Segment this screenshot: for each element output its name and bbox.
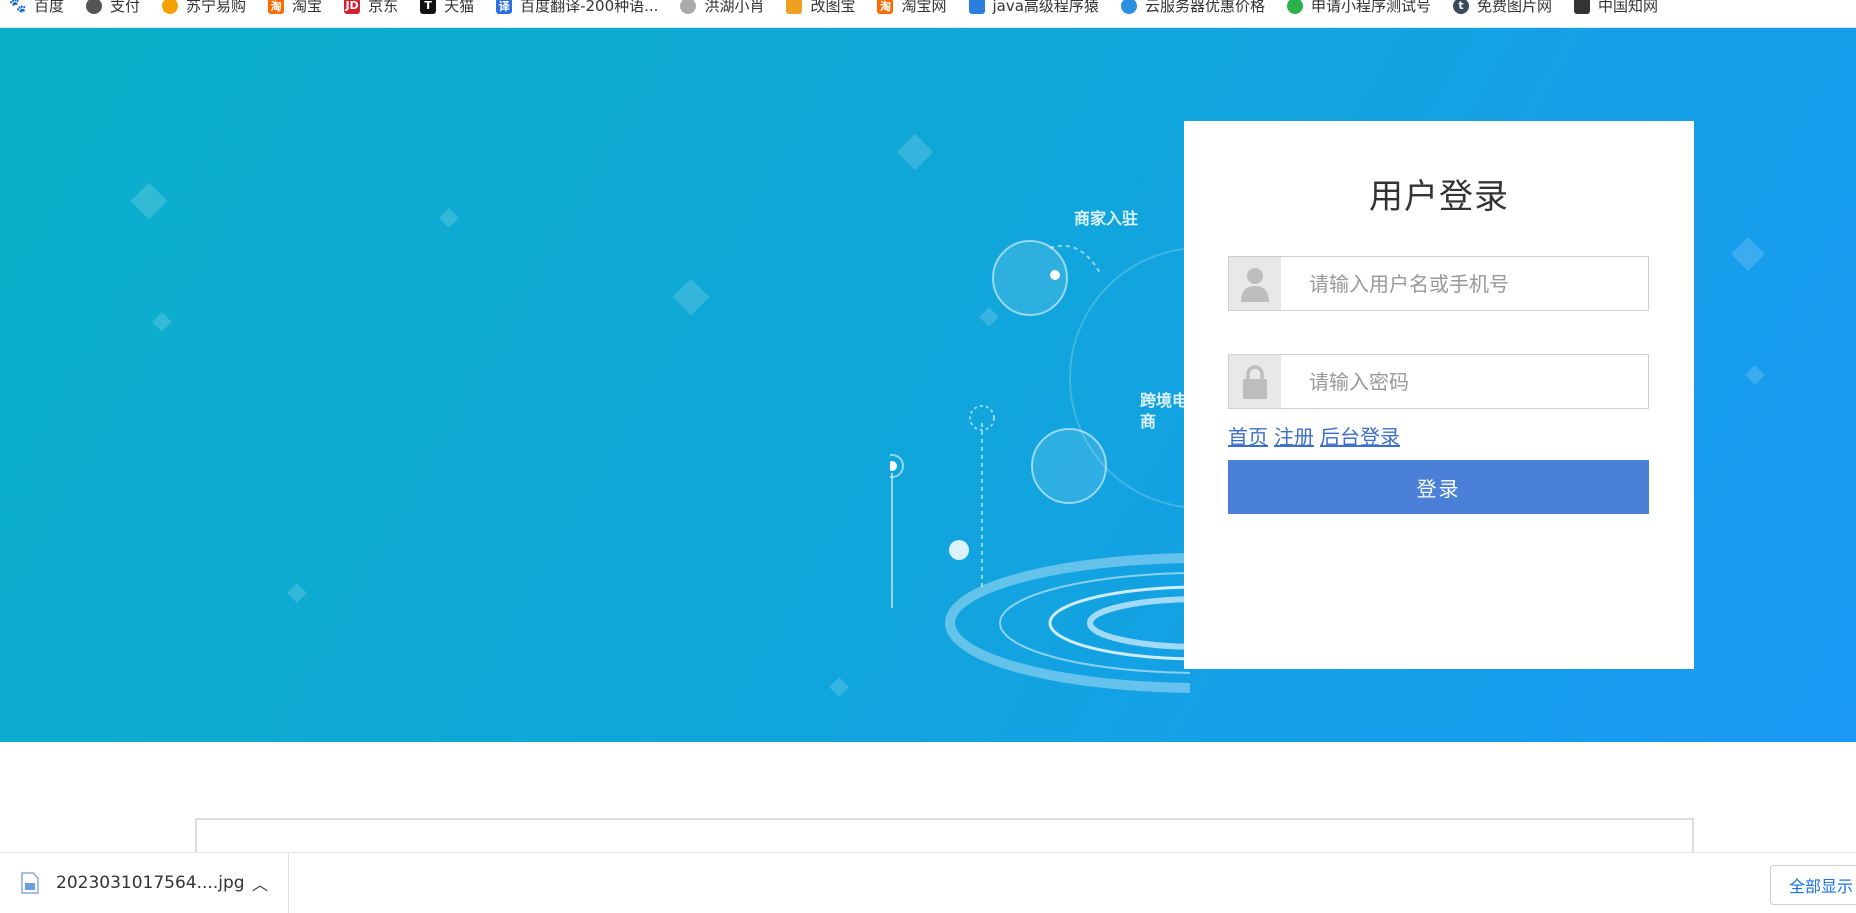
password-field [1228, 354, 1649, 409]
bookmark-pay[interactable]: 支付 [76, 0, 152, 19]
show-all-button[interactable]: 全部显示 [1770, 865, 1856, 905]
taobao-icon: 淘 [877, 0, 894, 14]
decor-diamond [672, 278, 710, 316]
login-title: 用户登录 [1369, 177, 1509, 217]
ecommerce-illustration [890, 240, 1190, 693]
translate-icon: 译 [496, 0, 513, 14]
decor-diamond [439, 208, 459, 228]
decor-diamond [829, 677, 849, 697]
download-item[interactable]: 2023031017564....jpg ︿ [0, 853, 289, 913]
jd-icon: JD [344, 0, 361, 14]
bookmark-cloud-server[interactable]: 云服务器优惠价格 [1111, 0, 1277, 19]
bookmark-taobaowang[interactable]: 淘淘宝网 [867, 0, 958, 19]
lock-icon [1229, 355, 1281, 408]
image-tool-icon [786, 0, 803, 14]
login-card: 用户登录 首页 注册 后台登录 登录 [1184, 121, 1694, 669]
chevron-up-icon[interactable]: ︿ [252, 871, 268, 895]
globe-icon [86, 0, 103, 14]
download-bar: 2023031017564....jpg ︿ 全部显示 [0, 852, 1856, 913]
register-link[interactable]: 注册 [1274, 421, 1314, 450]
bookmark-free-images[interactable]: t 免费图片网 [1443, 0, 1564, 19]
bookmark-baidu[interactable]: 🐾 百度 [0, 0, 76, 19]
home-link[interactable]: 首页 [1228, 421, 1268, 450]
username-field [1228, 256, 1649, 311]
admin-login-link[interactable]: 后台登录 [1320, 421, 1400, 450]
bookmark-miniprogram[interactable]: 申请小程序测试号 [1277, 0, 1443, 19]
bookmark-honghu[interactable]: 洪湖小肖 [670, 0, 776, 19]
decor-diamond [130, 182, 168, 220]
suning-lion-icon [162, 0, 179, 14]
cnki-icon [1573, 0, 1590, 14]
user-icon [1229, 257, 1281, 310]
taobao-icon: 淘 [268, 0, 285, 14]
username-input[interactable] [1281, 257, 1648, 310]
t-logo-icon: t [1452, 0, 1469, 14]
decor-diamond [896, 133, 934, 171]
password-input[interactable] [1281, 355, 1648, 408]
login-links: 首页 注册 后台登录 [1228, 421, 1400, 450]
bubble-merchant: 商家入驻 [1073, 209, 1138, 228]
bookmark-jd[interactable]: JD 京东 [334, 0, 410, 19]
bookmark-cnki[interactable]: 中国知网 [1564, 0, 1670, 19]
bookmark-baidu-translate[interactable]: 译百度翻译-200种语... [486, 0, 670, 19]
bookmark-java[interactable]: java高级程序猿 [959, 0, 1111, 19]
robot-icon [968, 0, 985, 14]
login-button[interactable]: 登录 [1228, 460, 1649, 514]
wechat-icon [1286, 0, 1303, 14]
bookmark-suning[interactable]: 苏宁易购 [152, 0, 258, 19]
bookmarks-bar: 🐾 百度 支付 苏宁易购 淘淘宝 JD 京东 T 天猫 译百度翻译-200种语... … [0, 0, 1856, 28]
bird-icon [680, 0, 697, 14]
image-file-icon [20, 872, 40, 894]
decor-diamond [1731, 237, 1765, 271]
tmall-icon: T [420, 0, 437, 14]
decor-diamond [287, 583, 307, 603]
cloud-icon [1120, 0, 1137, 14]
download-file-name: 2023031017564....jpg [56, 873, 245, 893]
bookmark-tmall[interactable]: T 天猫 [410, 0, 486, 19]
decor-diamond [152, 312, 172, 332]
decor-diamond [1745, 365, 1765, 385]
bookmark-gaitubao[interactable]: 改图宝 [776, 0, 867, 19]
bubble-crossborder: 跨境电商 [1140, 391, 1189, 431]
bookmark-taobao[interactable]: 淘淘宝 [258, 0, 334, 19]
baidu-paw-icon: 🐾 [9, 0, 27, 14]
